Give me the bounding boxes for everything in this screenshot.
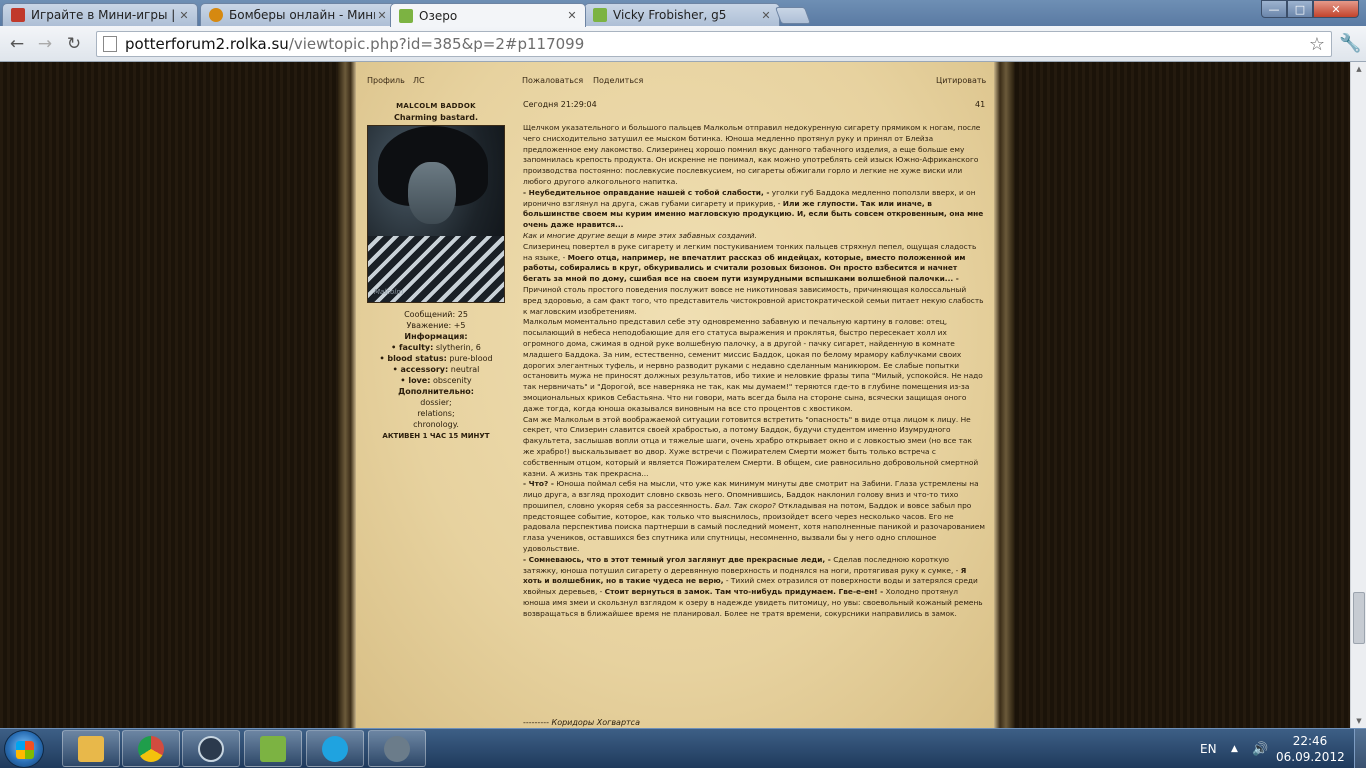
back-arrow-icon[interactable]: ← [6, 33, 28, 55]
wrench-menu-icon[interactable]: 🔧 [1339, 33, 1361, 54]
activity-status: АКТИВЕН 1 ЧАС 15 МИНУТ [382, 432, 490, 440]
tab-close-icon[interactable]: ✕ [375, 9, 389, 22]
clock-date: 06.09.2012 [1276, 750, 1345, 764]
close-window-button[interactable]: ✕ [1313, 0, 1359, 18]
skype-icon [322, 735, 348, 762]
tab-bombers[interactable]: Бомберы онлайн - Мини ✕ [200, 3, 396, 26]
accessory-row: • accessory: neutral [392, 365, 480, 374]
tab-label: Играйте в Мини-игры | бо [31, 8, 177, 22]
background-right [1012, 62, 1350, 728]
paragraph: Как и многие другие вещи в мире этих заб… [523, 230, 757, 240]
show-desktop-button[interactable] [1354, 729, 1366, 768]
forward-arrow-icon[interactable]: → [34, 33, 56, 55]
steam-icon [198, 735, 224, 762]
minimize-button[interactable]: — [1261, 0, 1287, 18]
windows-logo-icon [16, 741, 34, 759]
paragraph: Слизеринец повертел в руке сигарету и ле… [523, 241, 984, 316]
clock-time: 22:46 [1292, 734, 1328, 748]
taskbar-winamp[interactable] [244, 730, 302, 767]
location-link[interactable]: Коридоры Хогвартса [552, 718, 640, 727]
paragraph: Малкольм моментально представил себе эту… [523, 317, 983, 413]
avatar-signature: Malcolm [374, 288, 404, 296]
pm-link[interactable]: ЛС [413, 76, 425, 85]
love-row: • love: obscenity [400, 376, 472, 385]
chronology-link[interactable]: chronology. [360, 419, 512, 430]
post-number[interactable]: 41 [975, 100, 985, 109]
post-footer: --------- Коридоры Хогвартса [523, 718, 640, 727]
taskbar-clock[interactable]: 22:46 06.09.2012 [1276, 733, 1345, 765]
message-count: Сообщений: 25 [404, 310, 468, 319]
tab-label: Бомберы онлайн - Мини [229, 8, 375, 22]
extra-header: Дополнительно: [398, 387, 474, 396]
tab-label: Озеро [419, 8, 458, 23]
bookmark-star-icon[interactable]: ☆ [1309, 34, 1325, 55]
game-cube-icon [11, 8, 25, 22]
new-tab-button[interactable] [774, 7, 812, 24]
paragraph: Сам же Малкольм в этой воображаемой ситу… [523, 414, 979, 478]
browser-toolbar: ← → ↻ potterforum2.rolka.su/viewtopic.ph… [0, 26, 1366, 62]
tab-ozero[interactable]: Озеро ✕ [390, 3, 586, 27]
url-host: potterforum2.rolka.su [125, 35, 289, 53]
taskbar-explorer[interactable] [62, 730, 120, 767]
url-path: /viewtopic.php?id=385&p=2#p117099 [288, 35, 585, 53]
parchment-border-right [994, 62, 1014, 728]
paragraph: Щелчком указательного и большого пальцев… [523, 123, 981, 186]
language-indicator[interactable]: EN [1200, 729, 1217, 768]
volume-icon[interactable]: 🔊 [1252, 729, 1268, 768]
share-link[interactable]: Поделиться [593, 76, 643, 85]
scroll-down-arrow-icon[interactable]: ▼ [1351, 714, 1366, 728]
post-date[interactable]: Сегодня 21:29:04 [523, 100, 597, 109]
paragraph: - Сомневаюсь, что в этот темный угол заг… [523, 554, 983, 618]
ventrilo-icon [384, 735, 410, 762]
background-left [0, 62, 340, 728]
relations-link[interactable]: relations; [360, 408, 512, 419]
quote-link[interactable]: Цитировать [936, 76, 986, 85]
reload-icon[interactable]: ↻ [63, 33, 85, 55]
profile-link[interactable]: Профиль [367, 76, 405, 85]
windows-taskbar: EN ▲ 🔊 22:46 06.09.2012 [0, 728, 1366, 768]
tab-vicky-frobisher[interactable]: Vicky Frobisher, g5 ✕ [584, 3, 780, 26]
maximize-button[interactable]: □ [1287, 0, 1313, 18]
page-viewport: Профиль ЛС Пожаловаться Поделиться Цитир… [0, 62, 1366, 728]
forum-leaf-icon [399, 8, 413, 23]
paragraph: - Неубедительное оправдание нашей с тобо… [523, 187, 984, 230]
tray-expand-icon[interactable]: ▲ [1231, 729, 1238, 768]
post-body: Щелчком указательного и большого пальцев… [523, 123, 985, 620]
parchment-border-left [338, 62, 356, 728]
respect: Уважение: +5 [406, 321, 466, 330]
report-link[interactable]: Пожаловаться [522, 76, 583, 85]
browser-titlebar: Играйте в Мини-игры | бо ✕ Бомберы онлай… [0, 0, 1366, 27]
address-bar[interactable]: potterforum2.rolka.su/viewtopic.php?id=3… [96, 31, 1332, 57]
scroll-thumb[interactable] [1353, 592, 1365, 644]
taskbar-steam[interactable] [182, 730, 240, 767]
tab-label: Vicky Frobisher, g5 [613, 8, 727, 22]
author-profile: MALCOLM BADDOK Charming bastard. Malcolm… [360, 101, 512, 442]
paragraph: - Что? - Юноша поймал себя на мысли, что… [523, 479, 985, 554]
folder-icon [78, 735, 104, 762]
blood-status-row: • blood status: pure-blood [379, 354, 493, 363]
tab-close-icon[interactable]: ✕ [759, 9, 773, 22]
taskbar-ventrilo[interactable] [368, 730, 426, 767]
faculty-row: • faculty: slytherin, 6 [391, 343, 481, 352]
avatar: Malcolm [367, 125, 505, 303]
author-title: Charming bastard. [393, 113, 478, 122]
forum-leaf-icon [593, 8, 607, 22]
scroll-up-arrow-icon[interactable]: ▲ [1351, 62, 1366, 76]
globe-icon [209, 8, 223, 22]
author-name[interactable]: MALCOLM BADDOK [360, 101, 512, 112]
page-scrollbar[interactable]: ▲ ▼ [1350, 62, 1366, 728]
info-header: Информация: [404, 332, 468, 341]
start-button[interactable] [4, 730, 44, 768]
app-leaf-icon [260, 735, 286, 762]
tab-mini-games[interactable]: Играйте в Мини-игры | бо ✕ [2, 3, 198, 26]
taskbar-chrome[interactable] [122, 730, 180, 767]
taskbar-skype[interactable] [306, 730, 364, 767]
chrome-icon [138, 735, 164, 762]
tab-close-icon[interactable]: ✕ [177, 9, 191, 22]
tab-close-icon[interactable]: ✕ [565, 9, 579, 22]
page-icon [103, 36, 117, 52]
dossier-link[interactable]: dossier; [360, 397, 512, 408]
